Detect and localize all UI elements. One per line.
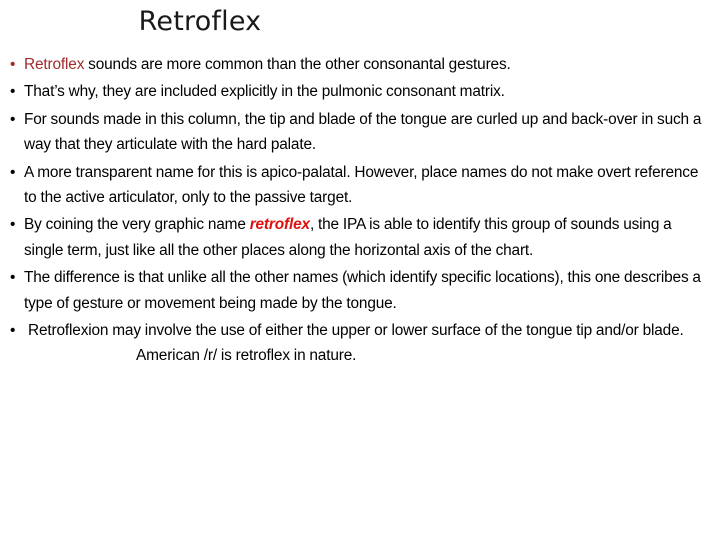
bullet-marker-icon: •: [10, 163, 16, 181]
list-item: • The difference is that unlike all the …: [6, 265, 714, 316]
list-item-rest: sounds are more common than the other co…: [84, 56, 511, 73]
list-item-segment-b: American /r/ is retroflex in nature.: [136, 347, 357, 365]
list-item-text: The difference is that unlike all the ot…: [24, 269, 701, 312]
bullet-marker-icon: •: [10, 110, 16, 128]
list-item-text: For sounds made in this column, the tip …: [24, 110, 702, 154]
list-item: • Retroflex sounds are more common than …: [6, 52, 714, 77]
page-title: Retroflex: [138, 6, 262, 37]
slide-canvas: Retroflex • Retroflex sounds are more co…: [0, 0, 720, 540]
bullet-list: • Retroflex sounds are more common than …: [6, 52, 714, 371]
list-item: • Retroflexion may involve the use of ei…: [6, 318, 714, 369]
list-item-text: By coining the very graphic name retrofl…: [24, 212, 714, 263]
list-item-text: A more transparent name for this is apic…: [24, 163, 699, 207]
list-item: • That’s why, they are included explicit…: [6, 79, 714, 104]
bullet-marker-icon: •: [10, 56, 16, 73]
list-item-prefix: By coining the very graphic name: [24, 216, 250, 234]
list-item-text: Retroflexion may involve the use of eith…: [24, 318, 714, 369]
list-item-text: That’s why, they are included explicitly…: [24, 83, 505, 101]
bullet-marker-icon: •: [10, 216, 16, 234]
list-item-text: Retroflex sounds are more common than th…: [24, 52, 714, 77]
bullet-marker-icon: •: [10, 83, 16, 101]
bullet-marker-icon: •: [10, 269, 16, 287]
emphasis-retroflex: Retroflex: [24, 56, 85, 73]
list-item: • By coining the very graphic name retro…: [6, 212, 714, 263]
list-item-segment-a: Retroflexion may involve the use of eith…: [28, 322, 684, 340]
emphasis-retroflex-italic: retroflex: [249, 216, 310, 234]
bullet-marker-icon: •: [10, 322, 16, 340]
list-item: • For sounds made in this column, the ti…: [6, 107, 714, 158]
list-item: • A more transparent name for this is ap…: [6, 160, 714, 211]
